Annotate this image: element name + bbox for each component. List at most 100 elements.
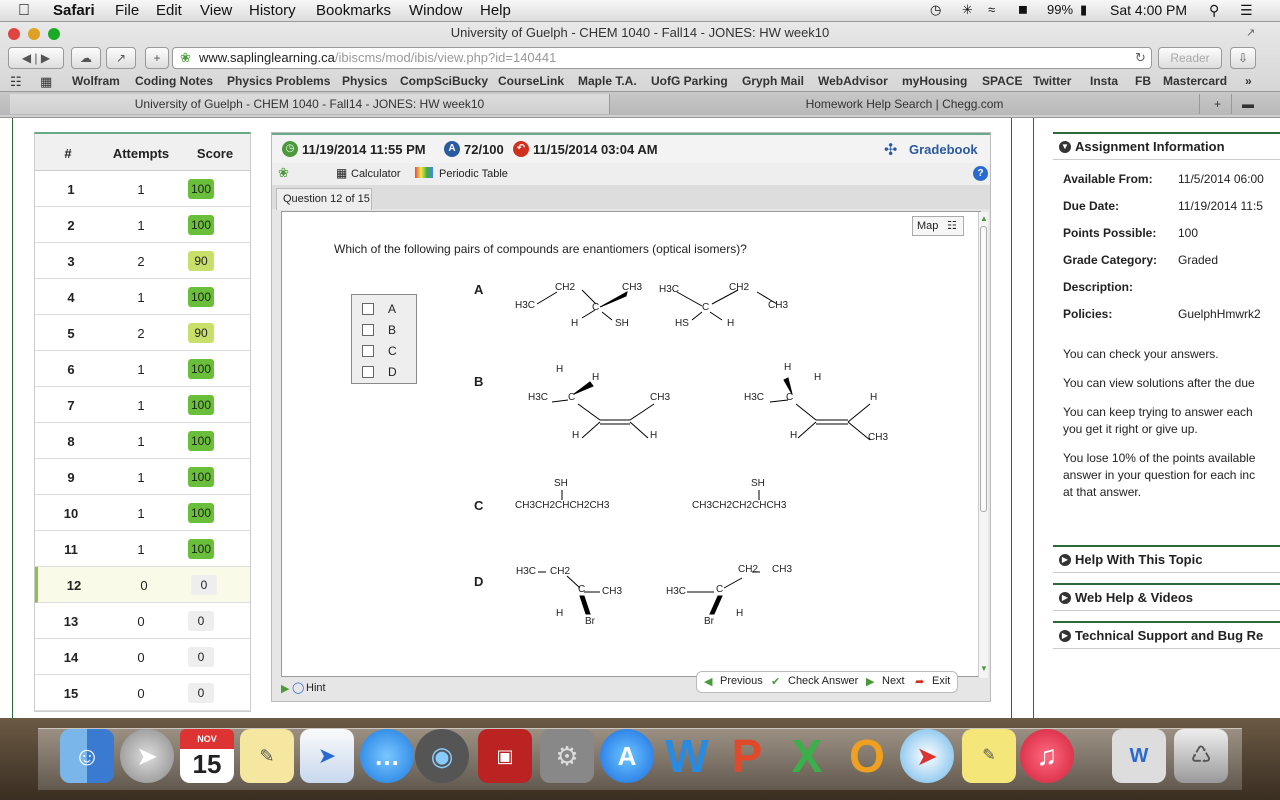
menu-file[interactable]: File: [115, 2, 139, 19]
assignment-info-header[interactable]: ▼ Assignment Information: [1053, 132, 1280, 160]
bookmark-webadvisor[interactable]: WebAdvisor: [818, 74, 888, 88]
question-number[interactable]: 1: [35, 182, 107, 197]
maps-icon[interactable]: ➤: [300, 729, 354, 783]
hint-arrow-icon[interactable]: ▶: [281, 682, 289, 695]
outlook-icon[interactable]: O: [840, 729, 894, 783]
scroll-up-icon[interactable]: ▲: [980, 214, 988, 223]
bookmark-wolfram[interactable]: Wolfram: [72, 74, 120, 88]
periodic-table-icon[interactable]: [415, 167, 433, 178]
bookmark-compscibucky[interactable]: CompSciBucky: [400, 74, 488, 88]
launchpad-icon[interactable]: ➤: [120, 729, 174, 783]
policies-value[interactable]: GuelphHmwrk2: [1178, 307, 1261, 321]
address-bar[interactable]: ❀ www.saplinglearning.ca/ibiscms/mod/ibi…: [172, 47, 1152, 69]
battery-icon[interactable]: ▮: [1080, 2, 1087, 18]
volume-icon[interactable]: ◼: [1018, 2, 1028, 16]
question-number[interactable]: 7: [35, 398, 107, 413]
facetime-icon[interactable]: ◉: [415, 729, 469, 783]
bookmark-coding-notes[interactable]: Coding Notes: [135, 74, 213, 88]
icloud-tabs-button[interactable]: ☁: [71, 47, 101, 69]
new-tab-button[interactable]: +: [145, 47, 169, 69]
menu-help[interactable]: Help: [480, 2, 511, 19]
bookmark-physics-problems[interactable]: Physics Problems: [227, 74, 330, 88]
minimized-window-icon[interactable]: W: [1112, 729, 1166, 783]
question-number[interactable]: 4: [35, 290, 107, 305]
more-bookmarks-icon[interactable]: »: [1245, 74, 1252, 88]
help-topic-header[interactable]: ▶ Help With This Topic: [1053, 545, 1280, 573]
powerpoint-icon[interactable]: P: [720, 729, 774, 783]
table-row[interactable]: 9 1 100: [35, 459, 250, 495]
bookmark-physics[interactable]: Physics: [342, 74, 387, 88]
previous-button[interactable]: Previous: [720, 675, 763, 687]
menu-bookmarks[interactable]: Bookmarks: [316, 2, 391, 19]
bookmark-courselink[interactable]: CourseLink: [498, 74, 564, 88]
question-scrollbar[interactable]: ▲ ▼: [978, 212, 988, 678]
table-row[interactable]: 3 2 90: [35, 243, 250, 279]
gradebook-icon[interactable]: ✣: [884, 140, 897, 160]
question-number[interactable]: 5: [35, 326, 107, 341]
bookmark-insta[interactable]: Insta: [1090, 74, 1118, 88]
photo-booth-icon[interactable]: ▣: [478, 729, 532, 783]
question-number[interactable]: 13: [35, 614, 107, 629]
bookmark-gryph-mail[interactable]: Gryph Mail: [742, 74, 804, 88]
tab-chegg[interactable]: Homework Help Search | Chegg.com: [610, 94, 1200, 114]
top-sites-icon[interactable]: ▦: [40, 74, 52, 90]
table-row[interactable]: 12 0 0: [35, 567, 250, 603]
menu-history[interactable]: History: [249, 2, 296, 19]
periodic-table-button[interactable]: Periodic Table: [439, 168, 508, 180]
itunes-icon[interactable]: ♫: [1020, 729, 1074, 783]
safari-icon[interactable]: ➤: [900, 729, 954, 783]
apple-icon[interactable]: : [18, 2, 30, 20]
calculator-button[interactable]: Calculator: [351, 168, 401, 180]
help-icon[interactable]: ?: [973, 166, 988, 181]
notification-center-icon[interactable]: ☰: [1240, 2, 1253, 19]
menu-window[interactable]: Window: [409, 2, 462, 19]
app-store-icon[interactable]: A: [600, 729, 654, 783]
excel-icon[interactable]: X: [780, 729, 834, 783]
check-answer-button[interactable]: Check Answer: [788, 675, 858, 687]
table-row[interactable]: 11 1 100: [35, 531, 250, 567]
menu-clock[interactable]: Sat 4:00 PM: [1110, 2, 1187, 18]
gradebook-link[interactable]: Gradebook: [909, 142, 978, 157]
question-number[interactable]: 8: [35, 434, 107, 449]
tech-support-header[interactable]: ▶ Technical Support and Bug Re: [1053, 621, 1280, 649]
bookmark-myhousing[interactable]: myHousing: [902, 74, 967, 88]
tab-overview-icon[interactable]: ▬: [1234, 94, 1262, 114]
reload-icon[interactable]: ↻: [1135, 48, 1146, 68]
calculator-icon[interactable]: ▦: [336, 166, 347, 180]
bookmark-maple-ta[interactable]: Maple T.A.: [578, 74, 637, 88]
exit-button[interactable]: Exit: [932, 675, 950, 687]
question-number[interactable]: 12: [38, 578, 110, 593]
question-number[interactable]: 11: [35, 542, 107, 557]
table-row[interactable]: 14 0 0: [35, 639, 250, 675]
question-number[interactable]: 3: [35, 254, 107, 269]
table-row[interactable]: 5 2 90: [35, 315, 250, 351]
hint-button[interactable]: Hint: [306, 682, 326, 694]
table-row[interactable]: 10 1 100: [35, 495, 250, 531]
time-machine-icon[interactable]: ◷: [930, 2, 941, 18]
notes-icon[interactable]: ✎: [240, 729, 294, 783]
next-icon[interactable]: ▶: [866, 675, 874, 688]
back-icon[interactable]: ◀: [22, 51, 31, 65]
finder-icon[interactable]: ☺: [60, 729, 114, 783]
calendar-icon[interactable]: NOV 15: [180, 729, 234, 783]
system-preferences-icon[interactable]: ⚙: [540, 729, 594, 783]
question-number[interactable]: 2: [35, 218, 107, 233]
table-row[interactable]: 7 1 100: [35, 387, 250, 423]
table-row[interactable]: 2 1 100: [35, 207, 250, 243]
question-number[interactable]: 9: [35, 470, 107, 485]
reader-button[interactable]: Reader: [1158, 47, 1222, 69]
next-button[interactable]: Next: [882, 675, 905, 687]
expand-icon[interactable]: ▶: [1059, 554, 1071, 566]
battery-percent[interactable]: 99%: [1047, 2, 1073, 17]
spotlight-icon[interactable]: ⚲: [1209, 2, 1219, 19]
forward-icon[interactable]: ▶: [41, 51, 50, 65]
table-row[interactable]: 8 1 100: [35, 423, 250, 459]
stickies-icon[interactable]: ✎: [962, 729, 1016, 783]
table-row[interactable]: 1 1 100: [35, 171, 250, 207]
question-number[interactable]: 14: [35, 650, 107, 665]
bluetooth-icon[interactable]: ✳: [962, 2, 973, 18]
menu-edit[interactable]: Edit: [156, 2, 182, 19]
table-row[interactable]: 6 1 100: [35, 351, 250, 387]
new-tab-plus-icon[interactable]: +: [1204, 94, 1232, 114]
menu-app-name[interactable]: Safari: [53, 2, 95, 19]
